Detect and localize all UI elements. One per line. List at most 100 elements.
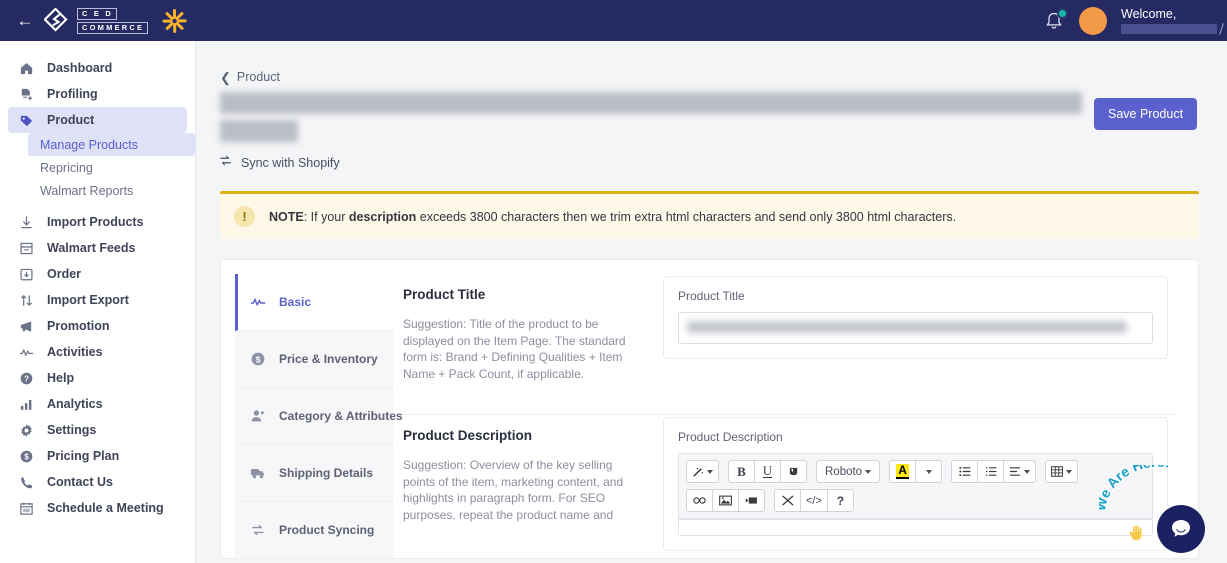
sidebar-item-help[interactable]: ? Help [8,365,187,391]
sidebar-item-analytics[interactable]: Analytics [8,391,187,417]
toolbar-group-style [686,460,719,483]
bold-button[interactable]: B [728,460,755,483]
sidebar-item-schedule-a-meeting[interactable]: Schedule a Meeting [8,495,187,521]
sidebar-subitem-label: Walmart Reports [40,183,134,198]
chat-bubble-button[interactable] [1157,505,1205,553]
svg-text:$: $ [24,452,29,461]
font-family-select[interactable]: Roboto [816,460,881,483]
tab-shipping-details[interactable]: Shipping Details [235,445,393,502]
sidebar-item-import-products[interactable]: Import Products [8,209,187,235]
tab-product-syncing[interactable]: Product Syncing [235,502,393,558]
breadcrumb[interactable]: ❮ Product [220,70,1227,84]
product-description-suggestion: Suggestion: Overview of the key selling … [403,458,624,522]
fullscreen-icon[interactable] [774,489,801,512]
tab-basic[interactable]: Basic [235,274,393,331]
save-product-button[interactable]: Save Product [1094,98,1198,130]
sidebar-item-label: Order [47,267,82,281]
welcome-label: Welcome, [1121,6,1177,21]
sidebar-item-promotion[interactable]: Promotion [8,313,187,339]
editor-toolbar-row-1: B U Roboto A [686,460,1146,483]
product-description-description: Product Description Suggestion: Overview… [393,415,663,551]
sidebar-item-label: Import Export [47,293,129,307]
chat-bubble-icon [1172,520,1190,537]
align-button[interactable] [1003,460,1037,483]
sidebar-subitem-repricing[interactable]: Repricing [28,156,195,179]
video-icon[interactable] [738,489,765,512]
sidebar-item-settings[interactable]: Settings [8,417,187,443]
chevron-left-icon: ❮ [220,69,231,85]
product-description-field-label: Product Description [678,430,783,444]
sidebar-item-profiling[interactable]: Profiling [8,81,187,107]
toolbar-group-font: Roboto [816,460,881,483]
chevron-down-icon [865,469,872,474]
toolbar-group-table [1045,460,1079,483]
sidebar-item-activities[interactable]: Activities [8,339,187,365]
svg-text:$: $ [256,354,261,364]
sync-with-shopify-link[interactable]: Sync with Shopify [218,153,1227,173]
note-rest: exceeds 3800 characters then we trim ext… [416,209,957,224]
phone-icon [18,474,35,491]
sidebar-subitem-label: Repricing [40,160,93,175]
tab-price-inventory[interactable]: $ Price & Inventory [235,331,393,388]
download-icon [18,214,35,231]
sidebar-item-walmart-feeds[interactable]: Walmart Feeds [8,235,187,261]
image-icon[interactable] [712,489,739,512]
pulse-icon [249,294,267,310]
toolbar-group-format: B U [728,460,807,483]
sidebar-item-product[interactable]: Product [8,107,187,133]
chevron-down-icon [925,469,932,474]
table-button[interactable] [1045,460,1079,483]
back-arrow-icon[interactable]: ← [10,12,40,29]
sidebar-item-label: Help [47,371,75,385]
note-colon: : If your [303,209,349,224]
note-text: NOTE: If your description exceeds 3800 c… [269,210,956,224]
tab-label: Basic [279,295,312,309]
ordered-list-button[interactable] [977,460,1005,483]
toolbar-group-lists [951,460,1037,483]
tab-label: Product Syncing [279,523,375,537]
avatar[interactable] [1079,6,1107,35]
product-title-input[interactable] [678,312,1153,344]
sidebar-item-label: Settings [47,423,97,437]
underline-button[interactable]: U [754,460,781,483]
question-circle-icon: ? [18,370,35,387]
exclamation-icon: ! [234,206,255,227]
product-title-description: Product Title Suggestion: Title of the p… [393,274,663,398]
unordered-list-button[interactable] [951,460,979,483]
product-description-row: Product Description Suggestion: Overview… [393,415,1198,551]
toolbar-group-insert [686,489,765,512]
sidebar-item-label: Dashboard [47,61,113,75]
inbox-icon [18,240,35,257]
notification-bell-icon[interactable] [1043,7,1068,33]
sidebar-subitem-manage-products[interactable]: Manage Products [28,133,195,156]
product-title-control: Product Title [663,274,1198,398]
sync-label: Sync with Shopify [241,156,340,170]
clear-format-button[interactable] [780,460,807,483]
sidebar-item-order[interactable]: Order [8,261,187,287]
product-title-field-label: Product Title [678,289,745,303]
sidebar-item-label: Product [47,113,95,127]
text-color-dropdown[interactable] [915,460,943,483]
editor-toolbar-row-2: </> ? [686,489,1146,512]
text-color-button[interactable]: A [889,460,917,483]
tab-category-attributes[interactable]: Category & Attributes [235,388,403,445]
sidebar-subitem-label: Manage Products [40,137,138,152]
sidebar-item-pricing-plan[interactable]: $ Pricing Plan [8,443,187,469]
sidebar-item-label: Promotion [47,319,110,333]
sidebar-subitem-walmart-reports[interactable]: Walmart Reports [28,179,195,202]
sidebar-item-dashboard[interactable]: Dashboard [8,55,187,81]
brand-logo[interactable]: C E D COMMERCE [43,6,149,34]
megaphone-icon [18,318,35,335]
bar-chart-icon [18,396,35,413]
sidebar-item-import-export[interactable]: Import Export [8,287,187,313]
link-icon[interactable] [686,489,713,512]
magic-wand-icon[interactable] [686,460,719,483]
editor-content-inner[interactable] [679,519,1152,534]
code-view-button[interactable]: </> [800,489,828,512]
sidebar-item-contact-us[interactable]: Contact Us [8,469,187,495]
editor-content-area[interactable] [679,519,1152,535]
product-title-box: Product Title [663,276,1168,359]
profiling-icon [18,86,35,103]
help-button[interactable]: ? [826,489,854,512]
